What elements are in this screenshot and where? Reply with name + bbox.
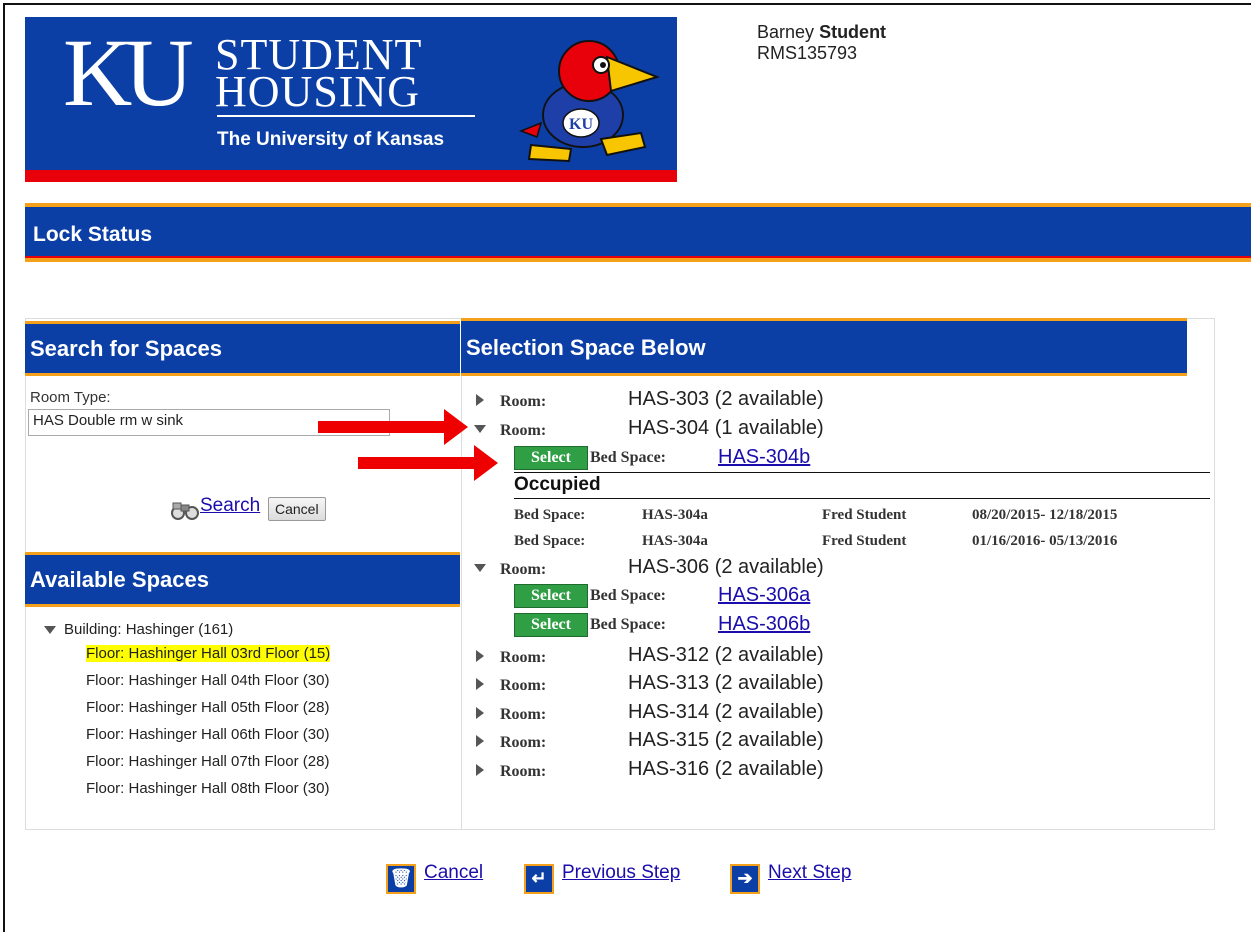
room-value: HAS-316 (2 available) xyxy=(628,758,824,780)
user-id: RMS135793 xyxy=(757,43,858,63)
expand-down-icon xyxy=(44,626,56,635)
bed-space-link[interactable]: HAS-306a xyxy=(718,584,810,607)
occupied-name: Fred Student xyxy=(822,507,907,523)
floor-item-07[interactable]: Floor: Hashinger Hall 07th Floor (28) xyxy=(86,753,329,770)
room-label: Room: xyxy=(500,561,547,578)
expand-right-icon xyxy=(476,735,484,747)
select-button[interactable]: Select xyxy=(514,584,588,608)
expand-right-icon xyxy=(476,764,484,776)
occupied-top-rule xyxy=(514,472,1210,473)
jayhawk-mascot-icon: KU xyxy=(518,40,661,163)
occupied-space: HAS-304a xyxy=(642,533,708,549)
floor-item-04[interactable]: Floor: Hashinger Hall 04th Floor (30) xyxy=(86,672,329,689)
banner-housing: HOUSING xyxy=(215,67,420,116)
expand-right-icon xyxy=(476,678,484,690)
user-info: Barney Student RMS135793 xyxy=(757,22,886,64)
room-value: HAS-315 (2 available) xyxy=(628,729,824,751)
search-section-header: Search for Spaces xyxy=(25,321,460,376)
occupied-dates: 01/16/2016- 05/13/2016 xyxy=(972,533,1118,549)
expand-down-icon xyxy=(474,425,486,433)
occupied-bed-label: Bed Space: xyxy=(514,533,586,549)
occupied-space: HAS-304a xyxy=(642,507,708,523)
room-label: Room: xyxy=(500,393,547,410)
room-value: HAS-303 (2 available) xyxy=(628,388,824,410)
page-title: Lock Status xyxy=(33,223,153,246)
page-title-bar: Lock Status xyxy=(25,203,1251,262)
floor-item-05[interactable]: Floor: Hashinger Hall 05th Floor (28) xyxy=(86,699,329,716)
expand-right-icon xyxy=(476,650,484,662)
banner-rule xyxy=(217,115,475,117)
room-value: HAS-314 (2 available) xyxy=(628,701,824,723)
footer-next-link[interactable]: Next Step xyxy=(768,862,851,884)
footer-previous-link[interactable]: Previous Step xyxy=(562,862,680,884)
user-last-name: Student xyxy=(819,22,887,42)
annotation-arrow-select xyxy=(358,445,498,481)
room-value: HAS-304 (1 available) xyxy=(628,417,824,439)
expand-down-icon xyxy=(474,564,486,572)
footer-cancel-link[interactable]: Cancel xyxy=(424,862,483,884)
selection-section-header: Selection Space Below xyxy=(461,318,1187,376)
search-area: Search Cancel xyxy=(170,495,370,525)
room-label: Room: xyxy=(500,706,547,723)
banner-university: The University of Kansas xyxy=(217,129,445,150)
building-node[interactable]: Building: Hashinger (161) xyxy=(44,621,233,638)
floor-item-03[interactable]: Floor: Hashinger Hall 03rd Floor (15) xyxy=(86,645,331,662)
occupied-bottom-rule xyxy=(514,498,1210,499)
expand-right-icon xyxy=(476,707,484,719)
room-label: Room: xyxy=(500,677,547,694)
arrow-left-icon: ↵ xyxy=(524,864,554,894)
bed-space-label: Bed Space: xyxy=(590,449,666,466)
room-value: HAS-313 (2 available) xyxy=(628,672,824,694)
floor-item-08[interactable]: Floor: Hashinger Hall 08th Floor (30) xyxy=(86,780,329,797)
annotation-arrow-room xyxy=(318,409,468,445)
bed-space-link[interactable]: HAS-304b xyxy=(718,446,810,469)
arrow-right-icon: ➔ xyxy=(730,864,760,894)
selection-heading: Selection Space Below xyxy=(466,335,706,360)
binoculars-icon xyxy=(171,502,199,520)
expand-right-icon xyxy=(476,394,484,406)
occupied-name: Fred Student xyxy=(822,533,907,549)
room-value: HAS-306 (2 available) xyxy=(628,556,824,578)
bed-space-label: Bed Space: xyxy=(590,587,666,604)
room-value: HAS-312 (2 available) xyxy=(628,644,824,666)
select-button[interactable]: Select xyxy=(514,613,588,637)
bed-space-label: Bed Space: xyxy=(590,616,666,633)
trash-icon: 🗑 xyxy=(386,864,416,894)
search-cancel-button[interactable]: Cancel xyxy=(268,497,326,521)
search-heading: Search for Spaces xyxy=(30,336,222,361)
user-first-name: Barney xyxy=(757,22,815,42)
room-label: Room: xyxy=(500,763,547,780)
room-type-label: Room Type: xyxy=(30,389,111,406)
building-label: Building: Hashinger (161) xyxy=(64,621,234,638)
occupied-dates: 08/20/2015- 12/18/2015 xyxy=(972,507,1118,523)
bed-space-link[interactable]: HAS-306b xyxy=(718,613,810,636)
room-label: Room: xyxy=(500,649,547,666)
ku-logo-text: KU xyxy=(63,19,194,126)
right-panel xyxy=(461,318,1215,830)
occupied-bed-label: Bed Space: xyxy=(514,507,586,523)
select-button[interactable]: Select xyxy=(514,446,588,470)
svg-text:KU: KU xyxy=(569,116,593,133)
available-heading: Available Spaces xyxy=(30,567,209,592)
available-section-header: Available Spaces xyxy=(25,552,460,607)
room-label: Room: xyxy=(500,422,547,439)
floor-item-06[interactable]: Floor: Hashinger Hall 06th Floor (30) xyxy=(86,726,329,743)
ku-housing-banner: KU STUDENT HOUSING The University of Kan… xyxy=(25,17,677,182)
search-link[interactable]: Search xyxy=(200,495,260,517)
room-label: Room: xyxy=(500,734,547,751)
occupied-heading: Occupied xyxy=(514,474,601,495)
